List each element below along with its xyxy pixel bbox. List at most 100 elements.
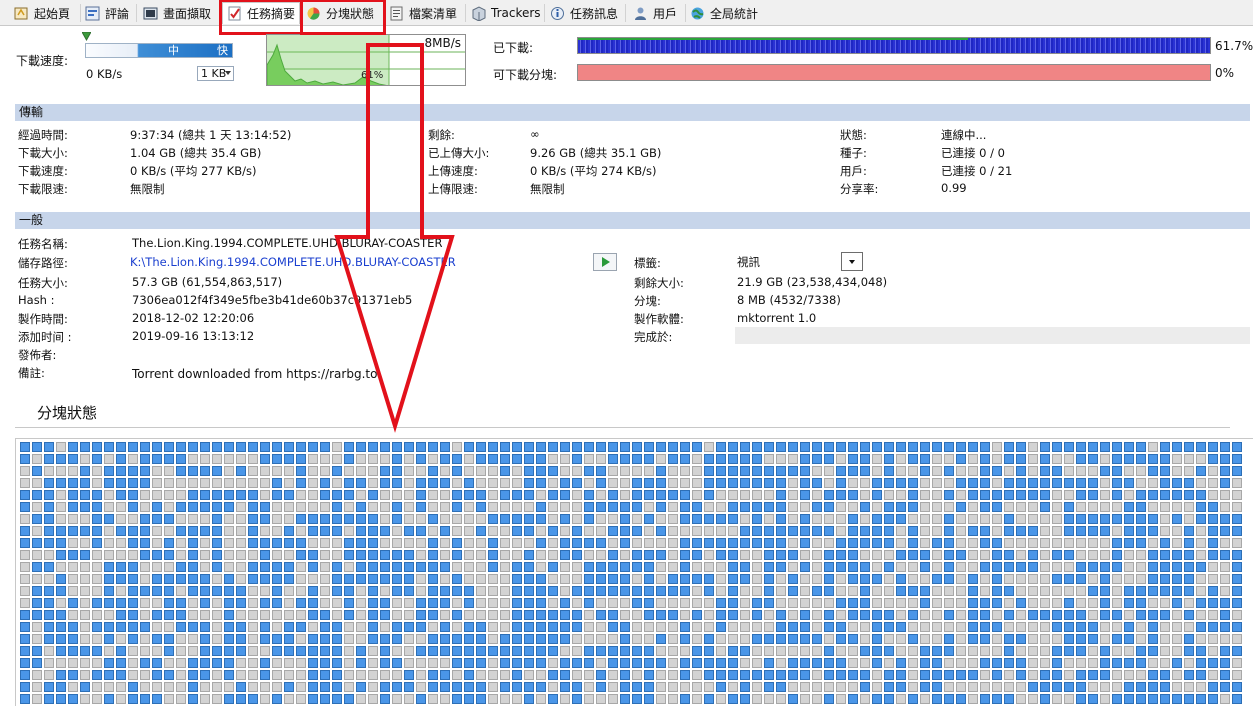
piece-cell <box>284 682 294 692</box>
comments-icon <box>85 6 100 21</box>
tab-screenshots[interactable]: 畫面擷取 <box>143 2 211 24</box>
piece-cell <box>992 694 1002 704</box>
piece-cell <box>380 490 390 500</box>
piece-cell <box>728 586 738 596</box>
piece-cell <box>1016 610 1026 620</box>
piece-cell <box>68 634 78 644</box>
piece-cell <box>764 598 774 608</box>
piece-cell <box>1100 526 1110 536</box>
piece-cell <box>92 682 102 692</box>
piece-cell <box>800 454 810 464</box>
slider-thumb[interactable] <box>81 31 92 42</box>
piece-cell <box>272 514 282 524</box>
global-stats-icon <box>690 6 705 21</box>
piece-cell <box>716 670 726 680</box>
piece-cell <box>1232 598 1242 608</box>
tab-task-info[interactable]: 任務訊息 <box>550 2 618 24</box>
piece-cell <box>296 538 306 548</box>
piece-cell <box>500 550 510 560</box>
piece-cell <box>776 598 786 608</box>
piece-cell <box>1136 586 1146 596</box>
piece-cell <box>224 646 234 656</box>
piece-cell <box>296 574 306 584</box>
piece-cell <box>1052 502 1062 512</box>
piece-cell <box>536 622 546 632</box>
save-path-link[interactable]: K:\The.Lion.King.1994.COMPLETE.UHD.BLURA… <box>130 255 456 269</box>
piece-cell <box>320 586 330 596</box>
piece-cell <box>176 550 186 560</box>
screenshot-icon <box>143 6 158 21</box>
piece-cell <box>200 442 210 452</box>
piece-cell <box>1040 562 1050 572</box>
piece-cell <box>1148 694 1158 704</box>
piece-cell <box>1040 514 1050 524</box>
piece-cell <box>284 646 294 656</box>
open-folder-button[interactable] <box>593 253 617 271</box>
piece-cell <box>1220 478 1230 488</box>
piece-cell <box>704 478 714 488</box>
piece-cell <box>1220 694 1230 704</box>
piece-cell <box>488 538 498 548</box>
piece-cell <box>332 574 342 584</box>
piece-cell <box>1136 634 1146 644</box>
piece-cell <box>644 478 654 488</box>
piece-cell <box>1232 442 1242 452</box>
piece-cell <box>152 622 162 632</box>
piece-cell <box>956 502 966 512</box>
upload-speed-label: 上傳速度: <box>428 164 478 178</box>
piece-cell <box>704 562 714 572</box>
speed-limit-slider[interactable]: 中 快 <box>85 43 233 58</box>
piece-cell <box>644 586 654 596</box>
piece-cell <box>1148 490 1158 500</box>
share-ratio-value: 0.99 <box>941 181 967 195</box>
tag-select[interactable]: 視訊 <box>735 252 863 271</box>
tab-comments[interactable]: 評論 <box>85 2 129 24</box>
piece-cell <box>548 610 558 620</box>
piece-cell <box>872 586 882 596</box>
tab-users[interactable]: 用戶 <box>633 2 677 24</box>
piece-cell <box>1124 442 1134 452</box>
tab-home[interactable]: 起始頁 <box>14 2 70 24</box>
piece-cell <box>224 634 234 644</box>
piece-cell <box>1004 622 1014 632</box>
piece-cell <box>1172 526 1182 536</box>
piece-cell <box>896 574 906 584</box>
piece-cell <box>404 574 414 584</box>
piece-cell <box>740 478 750 488</box>
piece-cell <box>752 502 762 512</box>
piece-cell <box>560 478 570 488</box>
speed-unit-select[interactable]: 1 KB <box>197 66 234 81</box>
piece-cell <box>296 634 306 644</box>
piece-cell <box>224 610 234 620</box>
piece-cell <box>632 610 642 620</box>
piece-cell <box>776 478 786 488</box>
piece-cell <box>128 490 138 500</box>
piece-cell <box>140 598 150 608</box>
piece-cell <box>332 442 342 452</box>
piece-cell <box>680 502 690 512</box>
tab-global-stats[interactable]: 全局統計 <box>690 2 758 24</box>
piece-cell <box>368 634 378 644</box>
piece-cell <box>1052 550 1062 560</box>
piece-cell <box>1028 610 1038 620</box>
piece-cell <box>212 694 222 704</box>
transfer-section-header: 傳輸 <box>15 104 1250 121</box>
piece-cell <box>1028 622 1038 632</box>
piece-cell <box>296 442 306 452</box>
piece-cell <box>1088 514 1098 524</box>
piece-cell <box>32 574 42 584</box>
piece-cell <box>320 610 330 620</box>
piece-cell <box>1136 478 1146 488</box>
piece-cell <box>908 586 918 596</box>
piece-cell <box>296 658 306 668</box>
piece-cell <box>224 550 234 560</box>
tab-trackers[interactable]: Trackers <box>471 2 541 24</box>
piece-cell <box>1004 670 1014 680</box>
piece-cell <box>464 562 474 572</box>
tab-files[interactable]: 檔案清單 <box>389 2 457 24</box>
piece-cell <box>980 658 990 668</box>
piece-cell <box>716 550 726 560</box>
piece-cell <box>1112 598 1122 608</box>
piece-cell <box>1052 526 1062 536</box>
piece-cell <box>68 622 78 632</box>
